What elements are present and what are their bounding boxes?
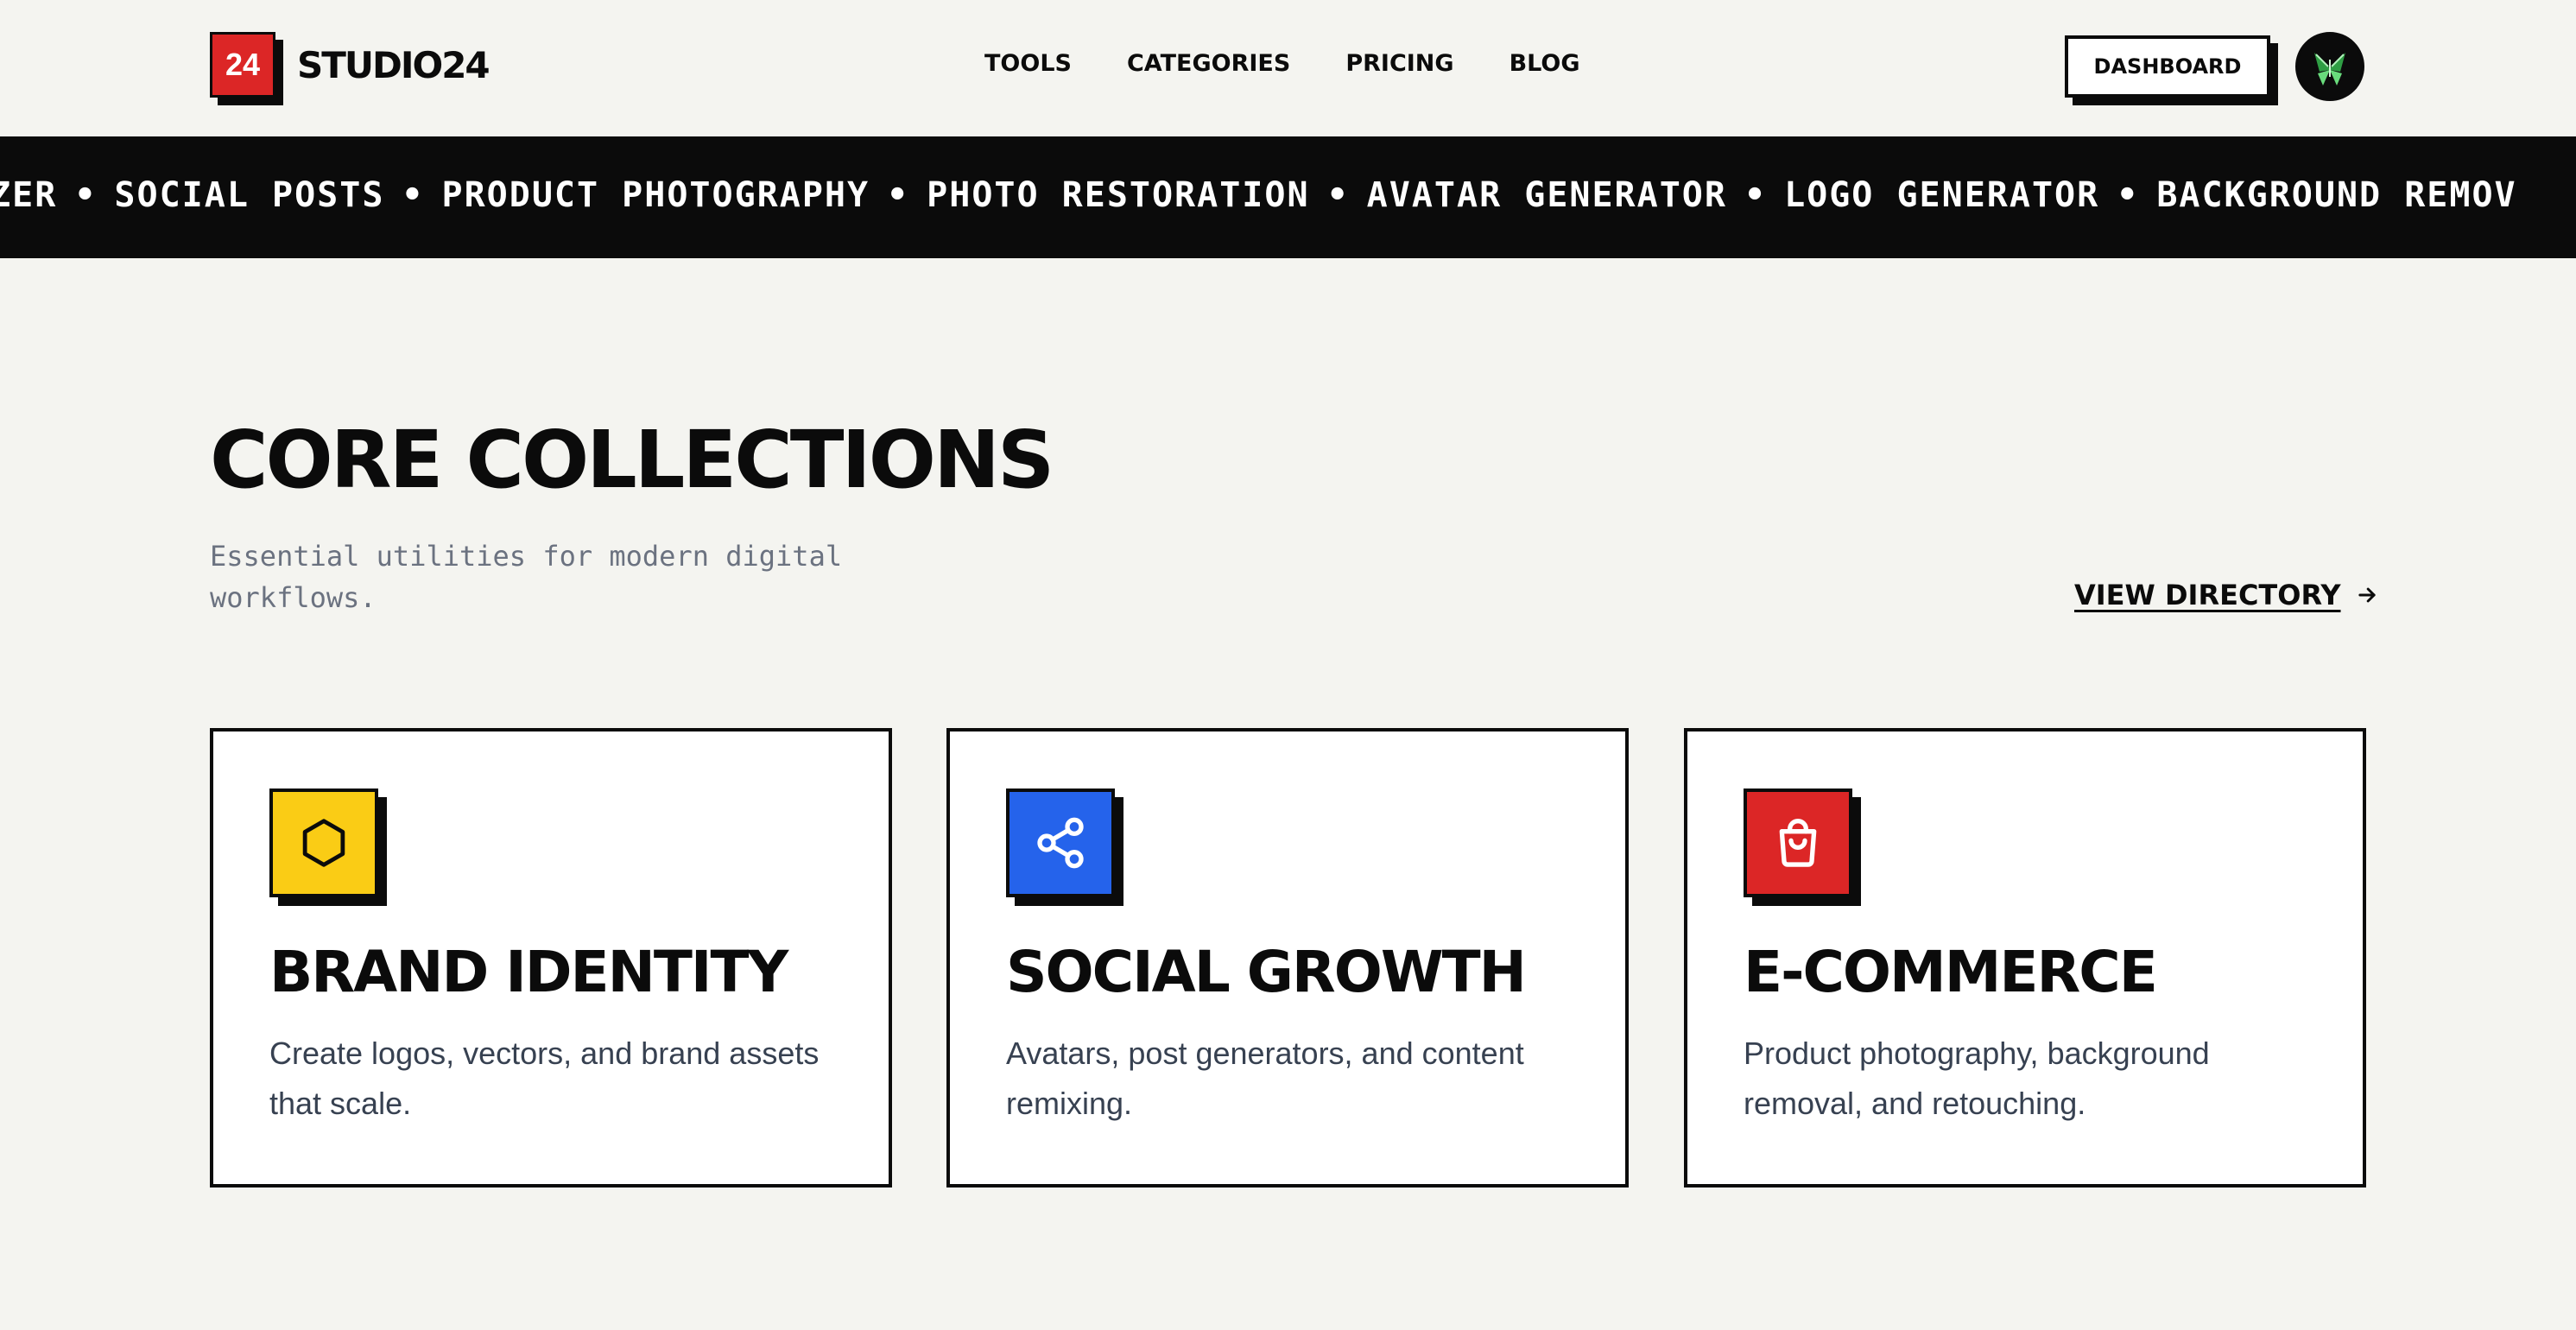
nav-blog[interactable]: BLOG [1510,50,1580,77]
hexagon-icon [302,819,345,867]
logo-text: STUDIO24 [297,43,491,86]
marquee-item[interactable]: BACKGROUND REMOV [2156,175,2516,215]
card-icon-box [1006,788,1115,897]
marquee-track: IZER • SOCIAL POSTS • PRODUCT PHOTOGRAPH… [0,175,2517,215]
card-title: E-COMMERCE [1744,939,2158,1005]
card-description: Product photography, background removal,… [1744,1036,2210,1121]
nav-categories[interactable]: CATEGORIES [1127,50,1290,77]
marquee-item[interactable]: SOCIAL POSTS [114,175,384,215]
marquee-separator: • [1326,175,1350,215]
card-description: Create logos, vectors, and brand assets … [269,1036,820,1121]
shopping-bag-icon [1779,819,1817,867]
arrow-right-icon [2355,583,2379,607]
nav-tools[interactable]: TOOLS [984,50,1072,77]
marquee-separator: • [1744,175,1768,215]
dashboard-button[interactable]: DASHBOARD [2065,35,2270,98]
marquee-item[interactable]: LOGO GENERATOR [1784,175,2099,215]
logo-badge: 24 [210,32,275,98]
tools-marquee: IZER • SOCIAL POSTS • PRODUCT PHOTOGRAPH… [0,136,2576,258]
marquee-separator: • [74,175,98,215]
butterfly-icon [2314,53,2345,86]
marquee-item[interactable]: AVATAR GENERATOR [1367,175,1727,215]
section-subtitle: Essential utilities for modern digital w… [210,540,843,614]
logo-link[interactable]: 24 STUDIO24 [210,32,491,98]
site-header: 24 STUDIO24 TOOLS CATEGORIES PRICING BLO… [0,0,2576,136]
card-icon-box [1744,788,1852,897]
user-avatar[interactable] [2295,32,2364,101]
collection-card-brand-identity[interactable]: BRAND IDENTITY Create logos, vectors, an… [210,728,892,1188]
section-title: CORE COLLECTIONS [210,414,1054,506]
collection-card-e-commerce[interactable]: E-COMMERCE Product photography, backgrou… [1684,728,2366,1188]
card-title: SOCIAL GROWTH [1006,939,1527,1005]
card-description: Avatars, post generators, and content re… [1006,1036,1524,1121]
marquee-item[interactable]: PHOTO RESTORATION [927,175,1309,215]
collection-card-social-growth[interactable]: SOCIAL GROWTH Avatars, post generators, … [946,728,1629,1188]
view-directory-link[interactable]: VIEW DIRECTORY [2074,579,2379,611]
main-nav: TOOLS CATEGORIES PRICING BLOG [984,50,1636,77]
marquee-separator: • [887,175,910,215]
card-icon-box [269,788,378,897]
marquee-item[interactable]: PRODUCT PHOTOGRAPHY [442,175,870,215]
marquee-separator: • [2117,175,2140,215]
view-directory-label: VIEW DIRECTORY [2074,579,2341,611]
nav-pricing[interactable]: PRICING [1345,50,1453,77]
marquee-item[interactable]: IZER [0,175,57,215]
share-icon [1037,817,1084,869]
card-title: BRAND IDENTITY [269,939,788,1005]
marquee-separator: • [402,175,425,215]
